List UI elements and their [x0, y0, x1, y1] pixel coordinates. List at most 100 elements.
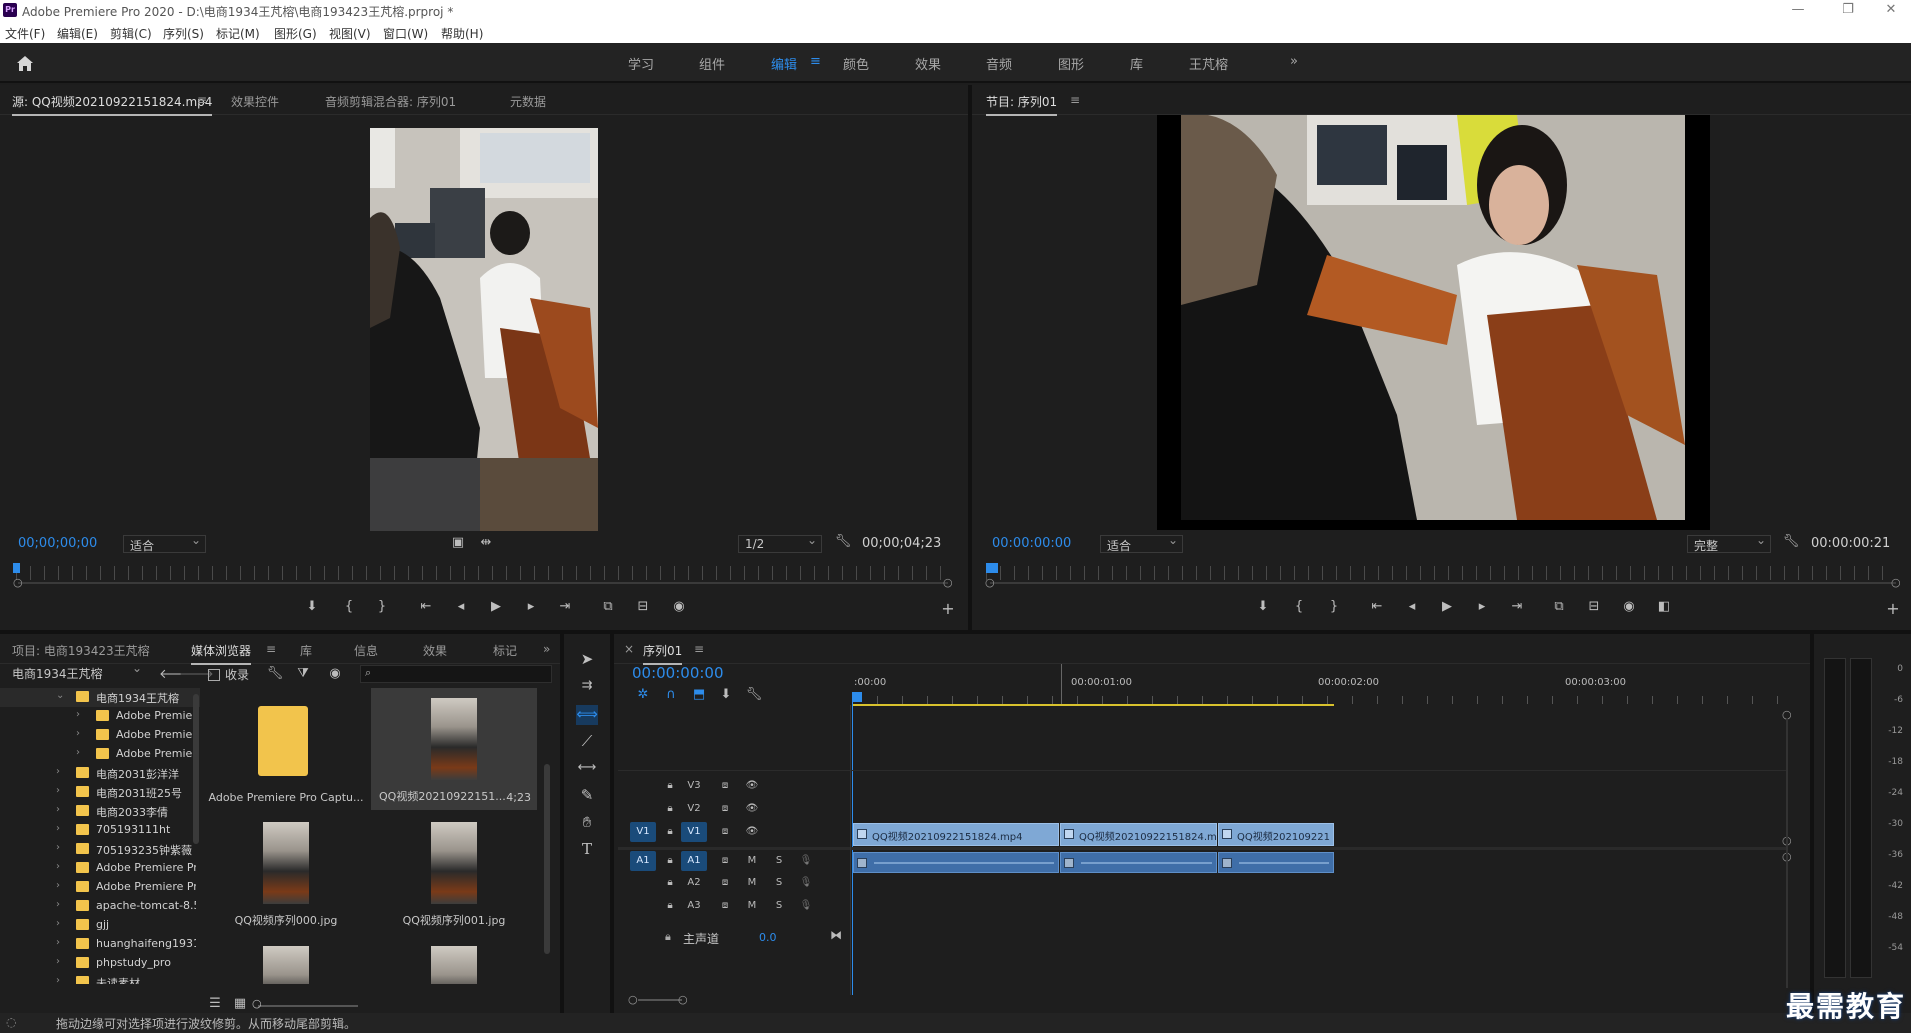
go-to-out-icon[interactable]: ⇥: [556, 599, 574, 614]
video-clip-1[interactable]: QQ视频20210922151824.mp4: [853, 823, 1059, 846]
tab-effect-controls[interactable]: 效果控件: [231, 93, 279, 110]
workspace-editing[interactable]: 编辑: [771, 54, 797, 73]
selection-tool-icon[interactable]: ➤: [576, 650, 598, 670]
chevron-right-icon[interactable]: ›: [56, 975, 60, 984]
master-end-icon[interactable]: ⧓: [830, 928, 842, 942]
tab-effects[interactable]: 效果: [423, 642, 447, 659]
export-frame-icon[interactable]: ◉: [670, 599, 688, 614]
program-mark-out-icon[interactable]: }: [1325, 599, 1343, 614]
program-fit-dropdown[interactable]: 适合: [1100, 533, 1183, 553]
source-fit-dropdown[interactable]: 适合: [123, 533, 206, 553]
insert-sequence-icon[interactable]: ⬒: [690, 687, 708, 702]
tree-item[interactable]: › huanghaifeng1931: [0, 935, 200, 954]
button-editor-plus-icon[interactable]: +: [939, 599, 957, 618]
program-time-ruler[interactable]: [986, 566, 1896, 580]
source-zoom-handle-left[interactable]: ○: [13, 576, 23, 589]
program-video-frame[interactable]: [1157, 115, 1710, 530]
thumb-size-slider[interactable]: [258, 1005, 358, 1007]
media-thumbnail[interactable]: [203, 936, 369, 984]
track-target-v3[interactable]: V3: [681, 776, 707, 796]
media-thumbnail[interactable]: [371, 936, 537, 984]
menu-view[interactable]: 视图(V): [329, 25, 371, 42]
sync-lock-icon[interactable]: ⧈: [712, 851, 738, 871]
audio-clip-1[interactable]: [853, 852, 1059, 873]
tree-item[interactable]: › gjj: [0, 916, 200, 935]
location-dropdown[interactable]: 电商1934王芃榕: [6, 661, 146, 682]
back-arrow-icon[interactable]: 🡐: [159, 666, 194, 682]
add-marker-icon[interactable]: ⬇: [303, 599, 321, 614]
chevron-right-icon[interactable]: ›: [56, 899, 60, 910]
workspace-assembly[interactable]: 组件: [699, 54, 725, 73]
snap-icon[interactable]: ✲: [634, 687, 652, 702]
view-icon[interactable]: ◉: [326, 666, 344, 681]
source-zoom-handle-right[interactable]: ○: [943, 576, 953, 589]
menu-window[interactable]: 窗口(W): [383, 25, 428, 42]
media-browser-menu-icon[interactable]: ≡: [266, 642, 276, 656]
timeline-vscrollbar[interactable]: [1786, 718, 1788, 988]
tab-libraries[interactable]: 库: [300, 642, 312, 659]
timeline-menu-icon[interactable]: ≡: [694, 642, 704, 656]
source-zoom-bar[interactable]: [18, 582, 948, 584]
step-forward-icon[interactable]: ▸: [522, 599, 540, 614]
voiceover-mic-icon[interactable]: 🎙︎: [793, 851, 819, 871]
tree-item[interactable]: › Adobe Premie: [0, 726, 200, 745]
chevron-right-icon[interactable]: ›: [56, 918, 60, 929]
pen-tool-icon[interactable]: ✎: [576, 786, 598, 806]
menu-help[interactable]: 帮助(H): [441, 25, 483, 42]
track-visibility-eye-icon[interactable]: 👁︎: [739, 799, 765, 819]
media-thumbnail[interactable]: QQ视频序列000.jpg: [203, 812, 369, 934]
tree-item[interactable]: › 电商2031彭洋洋: [0, 764, 200, 783]
minimize-button[interactable]: —: [1778, 2, 1818, 17]
chevron-right-icon[interactable]: ›: [56, 842, 60, 853]
solo-button[interactable]: S: [766, 873, 792, 893]
razor-tool-icon[interactable]: ⟋: [576, 732, 598, 752]
solo-button[interactable]: S: [766, 896, 792, 916]
overwrite-icon[interactable]: ⊟: [634, 599, 652, 614]
comparison-view-icon[interactable]: ◧: [1655, 599, 1673, 614]
source-patch-v1[interactable]: V1: [630, 822, 656, 842]
voiceover-mic-icon[interactable]: 🎙︎: [793, 896, 819, 916]
program-step-back-icon[interactable]: ◂: [1403, 599, 1421, 614]
restore-button[interactable]: ❐: [1828, 2, 1868, 17]
sync-lock-icon[interactable]: ⧈: [712, 776, 738, 796]
close-sequence-icon[interactable]: ×: [624, 642, 634, 656]
source-time-ruler[interactable]: [16, 566, 950, 580]
track-lock-icon[interactable]: 🔒︎: [657, 873, 683, 893]
program-step-forward-icon[interactable]: ▸: [1473, 599, 1491, 614]
tab-sequence[interactable]: 序列01: [643, 642, 683, 665]
slip-tool-icon[interactable]: ⟷: [576, 760, 598, 780]
linked-selection-icon[interactable]: ∩: [662, 687, 680, 702]
track-select-tool-icon[interactable]: ⇉: [576, 678, 598, 698]
tree-item[interactable]: › 未读素材: [0, 973, 200, 984]
timeline-timecode[interactable]: 00:00:00:00: [632, 664, 724, 682]
program-go-to-in-icon[interactable]: ⇤: [1368, 599, 1386, 614]
video-clip-2[interactable]: QQ视频20210922151824.mp: [1060, 823, 1217, 846]
program-zoom-bar[interactable]: [990, 582, 1896, 584]
chevron-down-icon[interactable]: ⌄: [56, 690, 64, 701]
menu-file[interactable]: 文件(F): [5, 25, 45, 42]
source-resolution-dropdown[interactable]: 1/2: [738, 533, 822, 553]
program-zoom-handle-right[interactable]: ○: [1891, 576, 1901, 589]
program-panel-menu-icon[interactable]: ≡: [1070, 93, 1080, 107]
tree-item[interactable]: › Adobe Premiere Pr: [0, 878, 200, 897]
track-lock-icon[interactable]: 🔒︎: [657, 896, 683, 916]
tree-item[interactable]: › Adobe Premie: [0, 707, 200, 726]
timeline-ruler[interactable]: :00:00 00:00:01:00 00:00:02:00 00:00:03:…: [852, 677, 1782, 707]
track-visibility-eye-icon[interactable]: 👁︎: [739, 776, 765, 796]
program-wrench-icon[interactable]: 🔧︎: [1782, 534, 1800, 549]
settings-wrench-icon[interactable]: 🔧︎: [266, 666, 284, 681]
workspace-effects[interactable]: 效果: [915, 54, 941, 73]
source-playhead[interactable]: [13, 563, 20, 573]
program-add-marker-icon[interactable]: ⬇: [1254, 599, 1272, 614]
track-lock-icon[interactable]: 🔒︎: [657, 822, 683, 842]
wrench-icon[interactable]: 🔧︎: [834, 534, 852, 549]
master-volume-value[interactable]: 0.0: [759, 931, 777, 944]
insert-icon[interactable]: ⧉: [599, 599, 617, 614]
program-zoom-handle-left[interactable]: ○: [985, 576, 995, 589]
mute-button[interactable]: M: [739, 896, 765, 916]
mark-out-icon[interactable]: }: [373, 599, 391, 614]
tree-item[interactable]: › Adobe Premiere Pr: [0, 859, 200, 878]
step-back-icon[interactable]: ◂: [452, 599, 470, 614]
tabs-overflow-icon[interactable]: »: [543, 642, 550, 656]
chevron-right-icon[interactable]: ›: [76, 709, 80, 720]
